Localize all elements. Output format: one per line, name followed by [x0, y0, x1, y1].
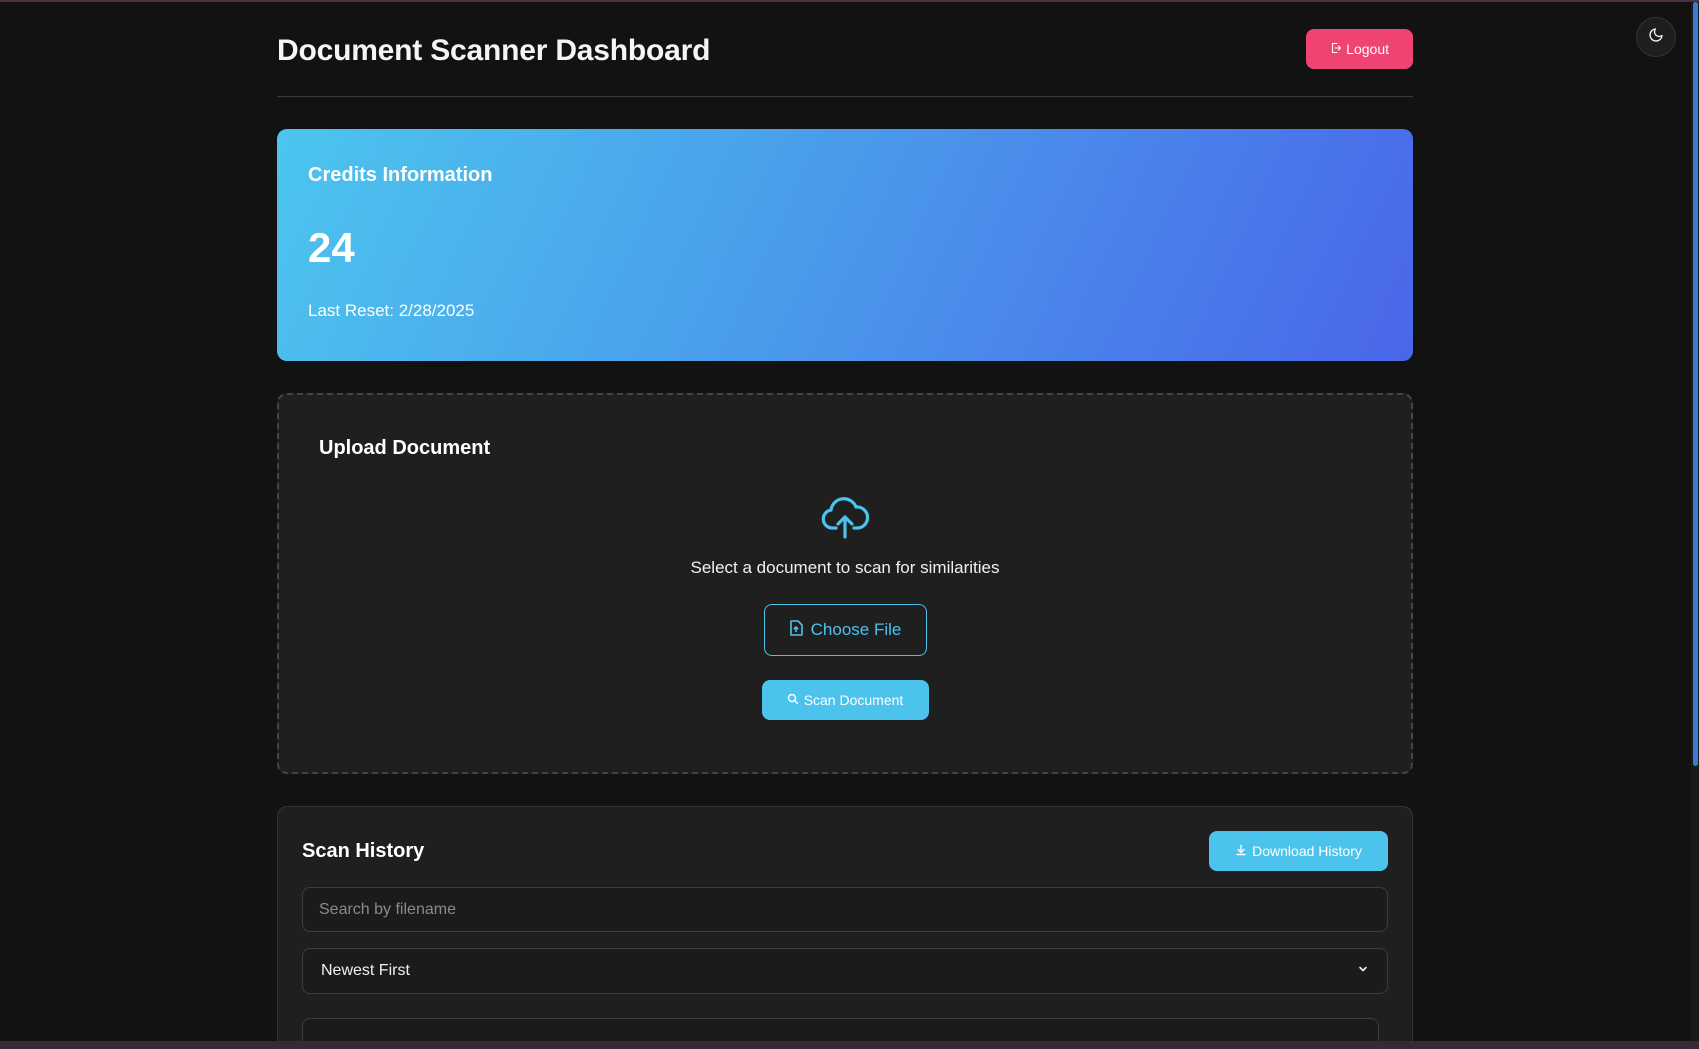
logout-icon [1330, 41, 1342, 57]
cloud-upload-icon [821, 495, 870, 544]
logout-button[interactable]: Logout [1306, 28, 1413, 69]
theme-toggle-button[interactable] [1636, 17, 1676, 57]
scrollbar-thumb[interactable] [1693, 2, 1698, 766]
search-input[interactable] [302, 887, 1388, 932]
choose-file-label: Choose File [810, 620, 902, 639]
upload-area: Select a document to scan for similariti… [279, 495, 1411, 720]
window-bottom-edge [0, 1041, 1699, 1049]
scan-document-button[interactable]: Scan Document [761, 680, 929, 720]
page-header: Document Scanner Dashboard Logout [277, 0, 1413, 97]
scan-history-title: Scan History [302, 839, 425, 862]
sort-select[interactable]: Newest First [302, 948, 1388, 994]
main-container: Document Scanner Dashboard Logout Credit… [277, 0, 1413, 1049]
download-history-button[interactable]: Download History [1209, 831, 1388, 871]
upload-title: Upload Document [319, 437, 491, 459]
upload-instruction: Select a document to scan for similariti… [690, 558, 1000, 577]
credits-title: Credits Information [308, 164, 493, 186]
moon-icon [1648, 27, 1664, 48]
upload-card: Upload Document Select a document to sca… [277, 393, 1413, 774]
scan-document-label: Scan Document [803, 692, 904, 708]
page-title: Document Scanner Dashboard [277, 33, 711, 67]
credits-card: Credits Information 24 Last Reset: 2/28/… [277, 129, 1413, 361]
credits-value: 24 [308, 224, 355, 271]
download-history-label: Download History [1252, 843, 1362, 859]
search-icon [787, 692, 799, 708]
choose-file-button[interactable]: Choose File [763, 604, 927, 656]
sort-selected-value: Newest First [321, 962, 410, 979]
scan-history-card: Scan History Download History Newest Fir… [277, 806, 1413, 1049]
scan-history-header: Scan History Download History [302, 831, 1388, 871]
download-icon [1235, 843, 1247, 859]
chevron-down-icon [1357, 962, 1369, 980]
logout-label: Logout [1346, 40, 1389, 57]
file-icon [789, 619, 803, 641]
credits-last-reset: Last Reset: 2/28/2025 [308, 301, 475, 320]
